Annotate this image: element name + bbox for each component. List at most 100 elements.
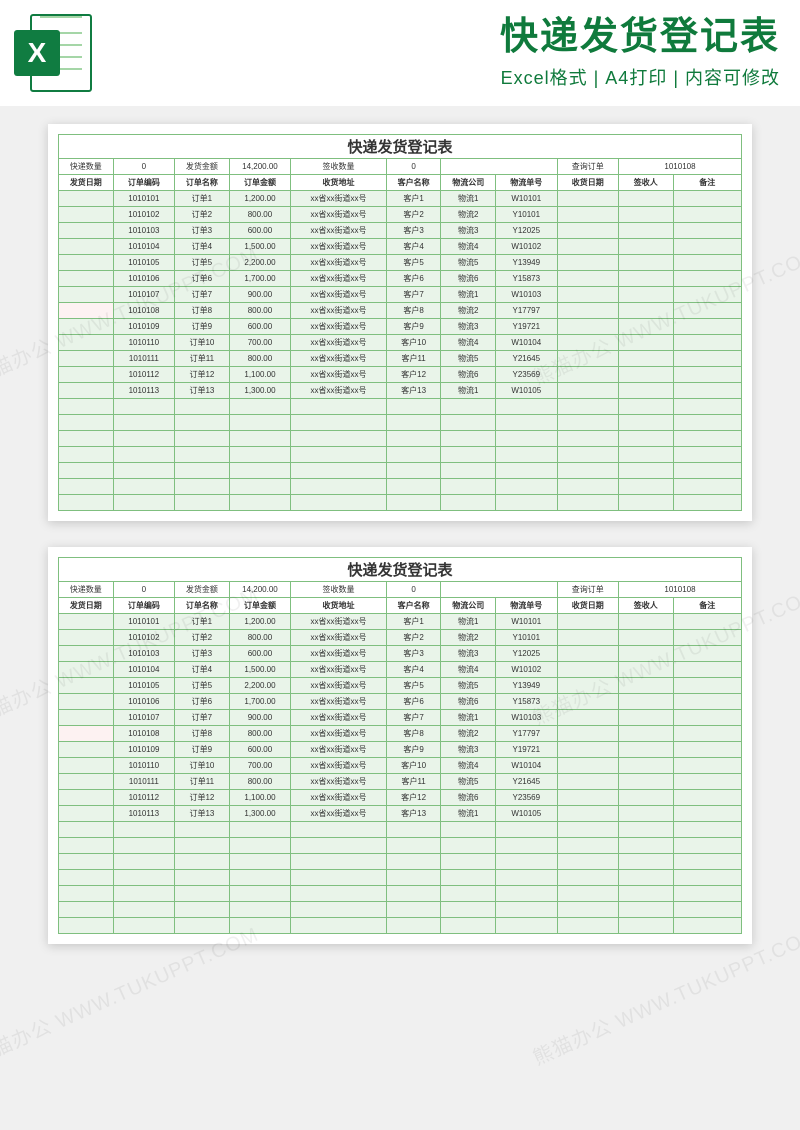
cell-blank: [175, 822, 230, 838]
cell-blank: [557, 447, 618, 463]
cell-blank: [441, 447, 496, 463]
table-row-blank: [59, 447, 742, 463]
summary-ship-qty-label: 快递数量: [59, 159, 114, 175]
cell: 1,300.00: [229, 383, 290, 399]
summary-lookup-value: 1010108: [618, 582, 741, 598]
cell: 1,700.00: [229, 694, 290, 710]
cell: 1010101: [113, 191, 174, 207]
cell-blank: [441, 886, 496, 902]
cell: [59, 223, 114, 239]
cell-blank: [618, 415, 673, 431]
column-header: 收货地址: [291, 175, 387, 191]
cell-blank: [386, 902, 441, 918]
cell: xx省xx街道xx号: [291, 223, 387, 239]
cell: 订单10: [175, 758, 230, 774]
cell: W10101: [496, 191, 557, 207]
cell-blank: [113, 886, 174, 902]
cell: 客户8: [386, 303, 441, 319]
cell: [557, 726, 618, 742]
cell: [618, 726, 673, 742]
cell: 700.00: [229, 758, 290, 774]
cell-blank: [618, 918, 673, 934]
table-row: 1010112订单121,100.00xx省xx街道xx号客户12物流6Y235…: [59, 790, 742, 806]
cell-blank: [229, 822, 290, 838]
cell: [59, 726, 114, 742]
cell: [618, 678, 673, 694]
cell: [618, 710, 673, 726]
cell: 客户11: [386, 774, 441, 790]
cell-blank: [113, 918, 174, 934]
cell: 订单13: [175, 383, 230, 399]
table-row: 1010105订单52,200.00xx省xx街道xx号客户5物流5Y13949: [59, 255, 742, 271]
cell-blank: [618, 447, 673, 463]
cell: [673, 223, 741, 239]
cell-blank: [113, 479, 174, 495]
cell-blank: [618, 870, 673, 886]
column-header: 收货地址: [291, 598, 387, 614]
cell: 1010113: [113, 383, 174, 399]
cell: [557, 758, 618, 774]
banner-title: 快递发货登记表: [106, 16, 780, 60]
cell: xx省xx街道xx号: [291, 614, 387, 630]
cell: 1010106: [113, 694, 174, 710]
cell: Y13949: [496, 678, 557, 694]
column-header: 物流公司: [441, 598, 496, 614]
cell: [618, 790, 673, 806]
cell-blank: [229, 447, 290, 463]
cell: [59, 790, 114, 806]
cell: [673, 303, 741, 319]
cell: 客户1: [386, 614, 441, 630]
cell: [557, 790, 618, 806]
cell: 1,700.00: [229, 271, 290, 287]
column-header: 收货日期: [557, 598, 618, 614]
table-row-blank: [59, 918, 742, 934]
cell: 1010112: [113, 367, 174, 383]
cell: 订单11: [175, 774, 230, 790]
cell-blank: [59, 399, 114, 415]
cell-blank: [618, 886, 673, 902]
cell: 2,200.00: [229, 255, 290, 271]
cell: 订单4: [175, 239, 230, 255]
table-row: 1010106订单61,700.00xx省xx街道xx号客户6物流6Y15873: [59, 271, 742, 287]
cell: Y10101: [496, 207, 557, 223]
cell-blank: [496, 463, 557, 479]
cell-blank: [59, 902, 114, 918]
cell: 客户12: [386, 367, 441, 383]
cell-blank: [113, 822, 174, 838]
cell-blank: [618, 902, 673, 918]
cell-blank: [229, 918, 290, 934]
table-row: 1010111订单11800.00xx省xx街道xx号客户11物流5Y21645: [59, 351, 742, 367]
cell: 800.00: [229, 630, 290, 646]
cell: xx省xx街道xx号: [291, 758, 387, 774]
table-row-blank: [59, 870, 742, 886]
cell-blank: [618, 854, 673, 870]
cell: 物流6: [441, 694, 496, 710]
cell-blank: [441, 918, 496, 934]
cell: [59, 742, 114, 758]
cell: 物流3: [441, 646, 496, 662]
cell: xx省xx街道xx号: [291, 694, 387, 710]
cell-blank: [59, 415, 114, 431]
cell-blank: [175, 870, 230, 886]
cell: 物流3: [441, 223, 496, 239]
cell: [557, 319, 618, 335]
cell-blank: [175, 415, 230, 431]
column-header: 订单金额: [229, 175, 290, 191]
cell: 订单1: [175, 614, 230, 630]
cell: xx省xx街道xx号: [291, 287, 387, 303]
cell: 订单4: [175, 662, 230, 678]
cell: [673, 646, 741, 662]
column-header: 订单编码: [113, 598, 174, 614]
cell-blank: [291, 479, 387, 495]
cell: 订单6: [175, 271, 230, 287]
cell-blank: [59, 479, 114, 495]
cell-blank: [673, 463, 741, 479]
table-row: 1010101订单11,200.00xx省xx街道xx号客户1物流1W10101: [59, 191, 742, 207]
shipping-register-table: 快递发货登记表快递数量0发货金额14,200.00签收数量0查询订单101010…: [58, 557, 742, 934]
cell: 1010105: [113, 255, 174, 271]
cell: 物流4: [441, 239, 496, 255]
cell: [557, 630, 618, 646]
cell: xx省xx街道xx号: [291, 630, 387, 646]
cell: Y10101: [496, 630, 557, 646]
cell-blank: [673, 447, 741, 463]
